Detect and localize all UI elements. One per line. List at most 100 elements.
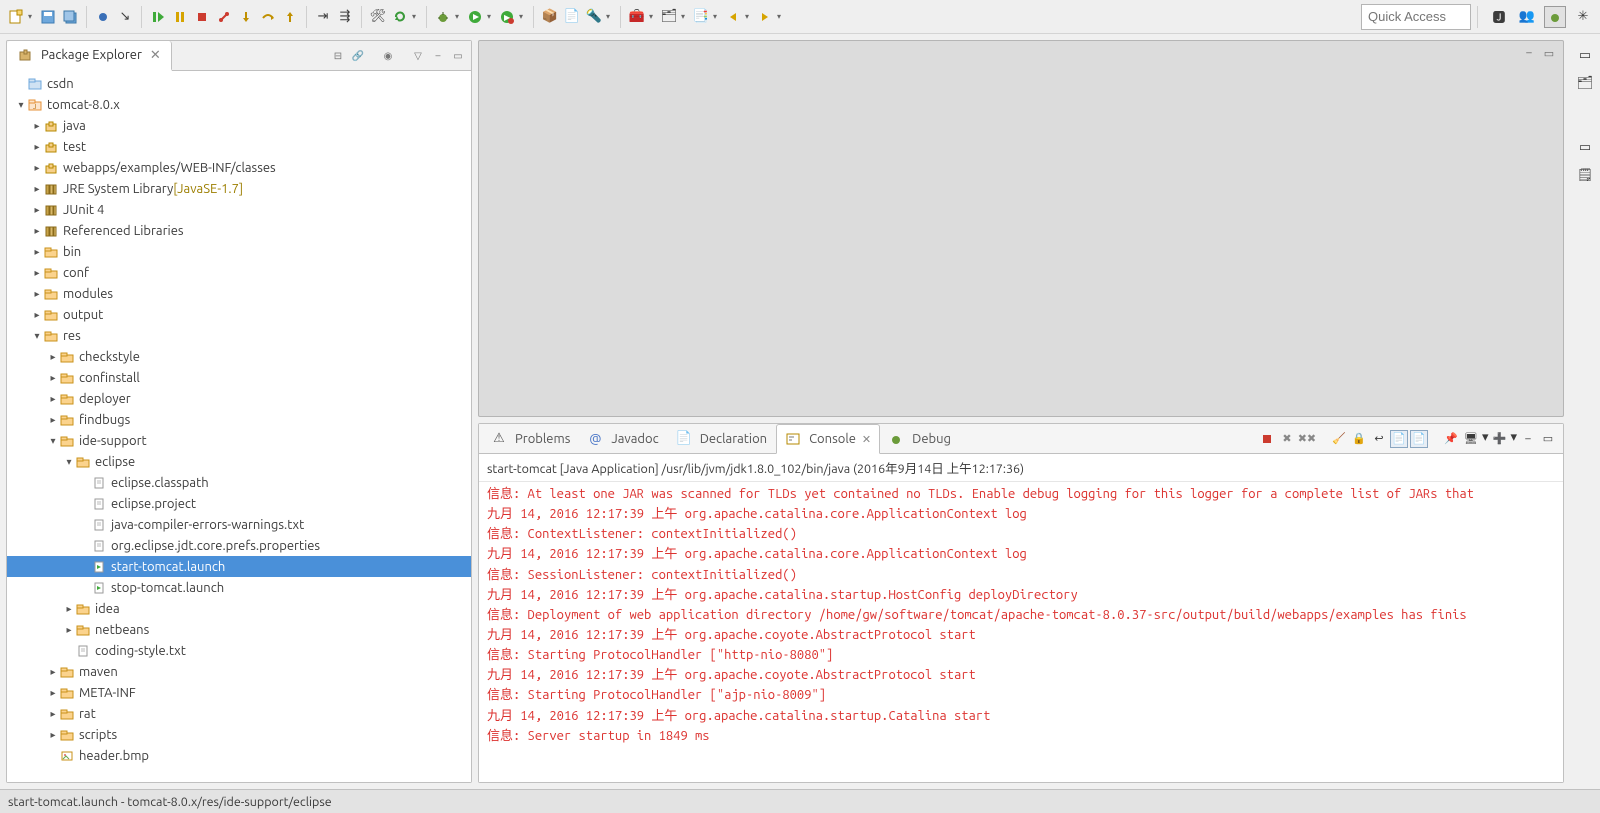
new-class-icon[interactable]: 📄 bbox=[562, 7, 582, 27]
minimize-icon[interactable]: – bbox=[429, 47, 447, 65]
tab-javadoc[interactable]: @Javadoc bbox=[579, 427, 667, 451]
step-into-icon[interactable] bbox=[236, 7, 256, 27]
tree-item[interactable]: header.bmp bbox=[7, 745, 471, 766]
tree-item[interactable]: eclipse.project bbox=[7, 493, 471, 514]
drop-to-frame-icon[interactable]: ⇥ bbox=[313, 7, 333, 27]
run-last-icon[interactable]: ▶ bbox=[497, 7, 517, 27]
tree-item[interactable]: java-compiler-errors-warnings.txt bbox=[7, 514, 471, 535]
tree-item[interactable]: ▸scripts bbox=[7, 724, 471, 745]
tree-item[interactable]: org.eclipse.jdt.core.prefs.properties bbox=[7, 535, 471, 556]
step-over-icon[interactable] bbox=[258, 7, 278, 27]
tree-twisty[interactable]: ▸ bbox=[31, 162, 43, 174]
tree-item[interactable]: ▸maven bbox=[7, 661, 471, 682]
perspective-debug-icon[interactable] bbox=[1544, 6, 1566, 28]
tree-item[interactable]: ▸rat bbox=[7, 703, 471, 724]
tree-item[interactable]: csdn bbox=[7, 73, 471, 94]
tree-twisty[interactable]: ▸ bbox=[47, 393, 59, 405]
tree-item[interactable]: ▸java bbox=[7, 115, 471, 136]
console-minimize-icon[interactable]: – bbox=[1519, 430, 1537, 448]
package-explorer-tab[interactable]: Package Explorer ✕ bbox=[7, 41, 172, 71]
collapse-all-icon[interactable]: ⊟ bbox=[329, 47, 347, 65]
tree-item[interactable]: stop-tomcat.launch bbox=[7, 577, 471, 598]
tree-item[interactable]: coding-style.txt bbox=[7, 640, 471, 661]
tree-twisty[interactable]: ▸ bbox=[47, 708, 59, 720]
tree-twisty[interactable]: ▸ bbox=[31, 246, 43, 258]
focus-task-icon[interactable]: ◉ bbox=[379, 47, 397, 65]
save-all-icon[interactable] bbox=[60, 7, 80, 27]
toggle-mark-icon[interactable]: 📑 bbox=[691, 7, 711, 27]
tree-twisty[interactable]: ▸ bbox=[47, 414, 59, 426]
terminate-icon[interactable] bbox=[1258, 430, 1276, 448]
perspective-open-icon[interactable]: ✳ bbox=[1572, 6, 1594, 28]
tree-twisty[interactable]: ▸ bbox=[31, 225, 43, 237]
tree-item[interactable]: start-tomcat.launch bbox=[7, 556, 471, 577]
tree-item[interactable]: ▸JRE System Library [JavaSE-1.7] bbox=[7, 178, 471, 199]
tree-twisty[interactable]: ▸ bbox=[31, 309, 43, 321]
perspective-java-icon[interactable]: 🅹 bbox=[1488, 6, 1510, 28]
new-dropdown[interactable]: ▾ bbox=[28, 12, 36, 21]
tree-item[interactable]: ▸conf bbox=[7, 262, 471, 283]
tree-item[interactable]: ▸test bbox=[7, 136, 471, 157]
tab-declaration[interactable]: 📄Declaration bbox=[668, 427, 776, 451]
package-explorer-tree[interactable]: csdn▾Jtomcat-8.0.x▸java▸test▸webapps/exa… bbox=[7, 71, 471, 782]
tree-twisty[interactable]: ▸ bbox=[31, 120, 43, 132]
tree-twisty[interactable]: ▸ bbox=[31, 267, 43, 279]
tasks-trim-icon[interactable]: 🗒 bbox=[1574, 164, 1596, 186]
maximize-icon[interactable]: ▭ bbox=[449, 47, 467, 65]
tree-twisty[interactable]: ▸ bbox=[47, 729, 59, 741]
quick-access-input[interactable] bbox=[1361, 4, 1471, 30]
debug-icon[interactable] bbox=[433, 7, 453, 27]
tab-problems[interactable]: ⚠Problems bbox=[483, 427, 579, 451]
tree-item[interactable]: ▾res bbox=[7, 325, 471, 346]
resume-icon[interactable] bbox=[148, 7, 168, 27]
back-icon[interactable] bbox=[723, 7, 743, 27]
tree-item[interactable]: ▸JUnit 4 bbox=[7, 199, 471, 220]
new-icon[interactable] bbox=[6, 7, 26, 27]
tab-console[interactable]: Console✕ bbox=[776, 424, 880, 454]
stop-icon[interactable] bbox=[192, 7, 212, 27]
perspective-team-icon[interactable]: 👥 bbox=[1516, 6, 1538, 28]
pause-icon[interactable] bbox=[170, 7, 190, 27]
refresh-icon[interactable] bbox=[390, 7, 410, 27]
tree-twisty[interactable]: ▸ bbox=[63, 603, 75, 615]
tree-item[interactable]: ▸findbugs bbox=[7, 409, 471, 430]
tree-twisty[interactable]: ▾ bbox=[47, 435, 59, 447]
tree-twisty[interactable]: ▸ bbox=[31, 288, 43, 300]
tree-item[interactable]: ▸checkstyle bbox=[7, 346, 471, 367]
tree-item[interactable]: ▸META-INF bbox=[7, 682, 471, 703]
close-icon[interactable]: ✕ bbox=[862, 433, 871, 446]
tree-item[interactable]: ▸idea bbox=[7, 598, 471, 619]
tree-twisty[interactable]: ▾ bbox=[63, 456, 75, 468]
tree-item[interactable]: ▸bin bbox=[7, 241, 471, 262]
outline-trim-icon[interactable]: 🗂 bbox=[1574, 72, 1596, 94]
remove-all-icon[interactable]: ✖✖ bbox=[1298, 430, 1316, 448]
tree-twisty[interactable]: ▾ bbox=[31, 330, 43, 342]
tree-item[interactable]: ▸webapps/examples/WEB-INF/classes bbox=[7, 157, 471, 178]
remove-launch-icon[interactable]: ✖ bbox=[1278, 430, 1296, 448]
word-wrap-icon[interactable]: ↩ bbox=[1370, 430, 1388, 448]
tree-item[interactable]: ▸deployer bbox=[7, 388, 471, 409]
tree-item[interactable]: ▸Referenced Libraries bbox=[7, 220, 471, 241]
open-type-icon[interactable]: 🗂 bbox=[659, 7, 679, 27]
clear-console-icon[interactable]: 🧹 bbox=[1330, 430, 1348, 448]
tree-twisty[interactable]: ▸ bbox=[47, 687, 59, 699]
forward-icon[interactable] bbox=[755, 7, 775, 27]
new-package-icon[interactable]: 📦 bbox=[540, 7, 560, 27]
tree-twisty[interactable]: ▸ bbox=[31, 141, 43, 153]
quick-access[interactable] bbox=[1361, 4, 1471, 30]
tree-twisty[interactable]: ▸ bbox=[47, 351, 59, 363]
run-icon[interactable] bbox=[465, 7, 485, 27]
tree-twisty[interactable]: ▸ bbox=[47, 666, 59, 678]
tree-item[interactable]: ▾eclipse bbox=[7, 451, 471, 472]
step-return-icon[interactable] bbox=[280, 7, 300, 27]
build-icon[interactable]: 🛠 bbox=[368, 7, 388, 27]
tree-item[interactable]: ▸modules bbox=[7, 283, 471, 304]
restore2-icon[interactable]: ▭ bbox=[1574, 136, 1596, 158]
editor-maximize-icon[interactable]: ▭ bbox=[1541, 45, 1557, 61]
save-icon[interactable] bbox=[38, 7, 58, 27]
tree-twisty[interactable]: ▾ bbox=[15, 99, 27, 111]
disconnect-icon[interactable] bbox=[214, 7, 234, 27]
open-console-icon[interactable]: ➕ bbox=[1490, 430, 1508, 448]
close-icon[interactable]: ✕ bbox=[150, 48, 161, 63]
tree-item[interactable]: ▾ide-support bbox=[7, 430, 471, 451]
